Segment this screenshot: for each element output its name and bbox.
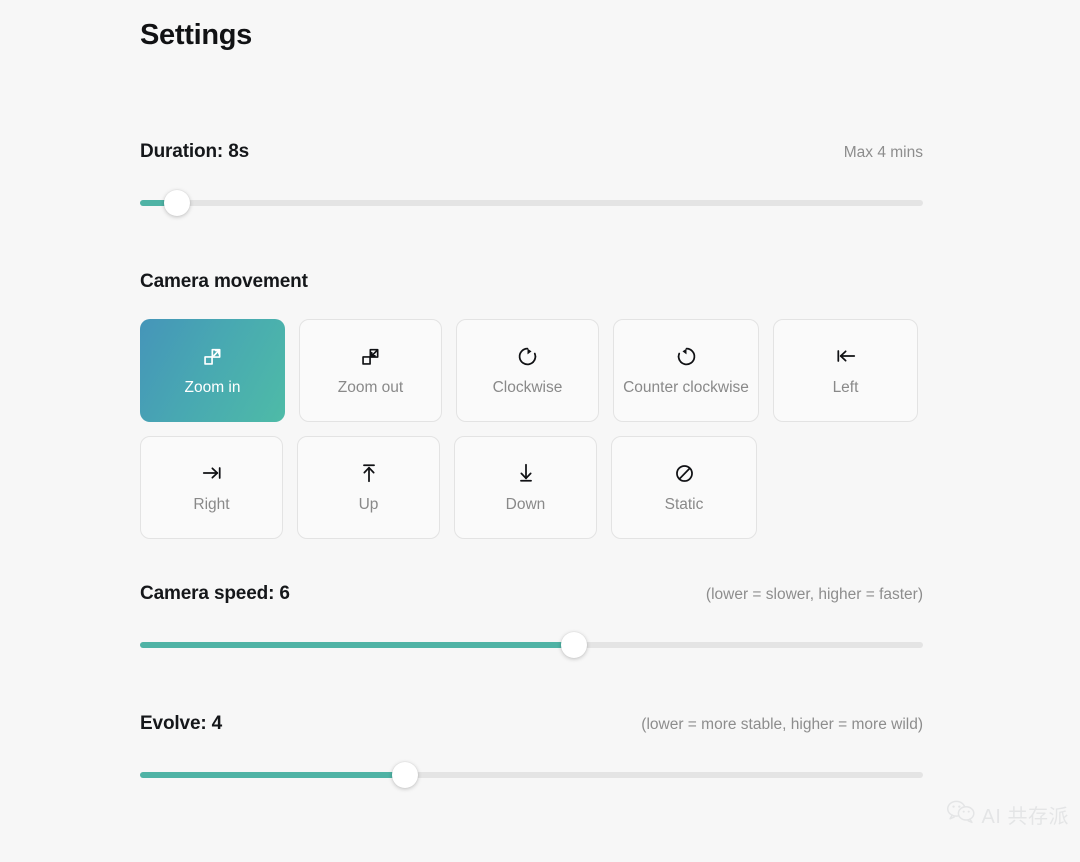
- evolve-slider[interactable]: [140, 762, 923, 788]
- camera-speed-slider-fill: [140, 642, 574, 648]
- camera-movement-option-label: Right: [193, 496, 230, 514]
- zoom-out-icon: [360, 345, 381, 367]
- camera-movement-option-label: Up: [358, 496, 379, 514]
- wechat-icon: [946, 799, 976, 830]
- camera-speed-slider[interactable]: [140, 632, 923, 658]
- camera-movement-option-label: Zoom in: [184, 379, 241, 397]
- duration-slider-thumb[interactable]: [163, 190, 190, 216]
- ban-icon: [674, 462, 695, 484]
- duration-slider[interactable]: [140, 190, 923, 216]
- rotate-clockwise-icon: [517, 345, 538, 367]
- evolve-hint: (lower = more stable, higher = more wild…: [641, 716, 923, 733]
- settings-panel: Settings Duration: 8s Max 4 mins Camera …: [140, 0, 923, 862]
- camera-movement-option-label: Left: [832, 379, 859, 397]
- rotate-counter-clockwise-icon: [676, 345, 697, 367]
- watermark: AI 共存派: [946, 799, 1069, 830]
- camera-movement-option-clockwise[interactable]: Clockwise: [456, 319, 599, 422]
- zoom-in-icon: [202, 345, 223, 367]
- camera-movement-heading-row: Camera movement: [140, 271, 923, 293]
- evolve-label-row: Evolve: 4 (lower = more stable, higher =…: [140, 713, 923, 735]
- duration-label: Duration: 8s: [140, 141, 250, 162]
- camera-movement-heading: Camera movement: [140, 271, 308, 292]
- page-title: Settings: [140, 19, 252, 51]
- camera-movement-options: Zoom in Zoom out Clockwise Counter clock…: [140, 319, 940, 539]
- camera-movement-option-zoom-out[interactable]: Zoom out: [299, 319, 442, 422]
- camera-movement-option-label: Zoom out: [337, 379, 404, 397]
- evolve-slider-thumb[interactable]: [392, 762, 419, 788]
- duration-label-row: Duration: 8s Max 4 mins: [140, 141, 923, 163]
- duration-hint: Max 4 mins: [843, 144, 923, 161]
- arrow-bar-up-icon: [358, 462, 380, 484]
- camera-speed-label: Camera speed: 6: [140, 583, 290, 604]
- camera-speed-label-row: Camera speed: 6 (lower = slower, higher …: [140, 583, 923, 605]
- duration-slider-track[interactable]: [140, 200, 923, 206]
- evolve-slider-fill: [140, 772, 406, 778]
- camera-movement-option-label: Clockwise: [492, 379, 563, 397]
- arrow-bar-right-icon: [201, 462, 223, 484]
- camera-movement-option-up[interactable]: Up: [297, 436, 440, 539]
- camera-movement-option-label: Static: [664, 496, 704, 514]
- camera-movement-option-static[interactable]: Static: [611, 436, 757, 539]
- camera-movement-option-down[interactable]: Down: [454, 436, 597, 539]
- camera-movement-option-counter-clockwise[interactable]: Counter clockwise: [613, 319, 759, 422]
- evolve-label: Evolve: 4: [140, 713, 223, 734]
- camera-movement-option-label: Counter clockwise: [623, 379, 749, 397]
- camera-movement-option-zoom-in[interactable]: Zoom in: [140, 319, 285, 422]
- arrow-bar-left-icon: [835, 345, 857, 367]
- camera-speed-hint: (lower = slower, higher = faster): [705, 586, 923, 603]
- camera-movement-option-left[interactable]: Left: [773, 319, 918, 422]
- arrow-bar-down-icon: [515, 462, 537, 484]
- camera-movement-option-right[interactable]: Right: [140, 436, 283, 539]
- watermark-text: AI 共存派: [981, 806, 1069, 828]
- camera-speed-slider-thumb[interactable]: [560, 632, 587, 658]
- camera-movement-option-label: Down: [505, 496, 546, 514]
